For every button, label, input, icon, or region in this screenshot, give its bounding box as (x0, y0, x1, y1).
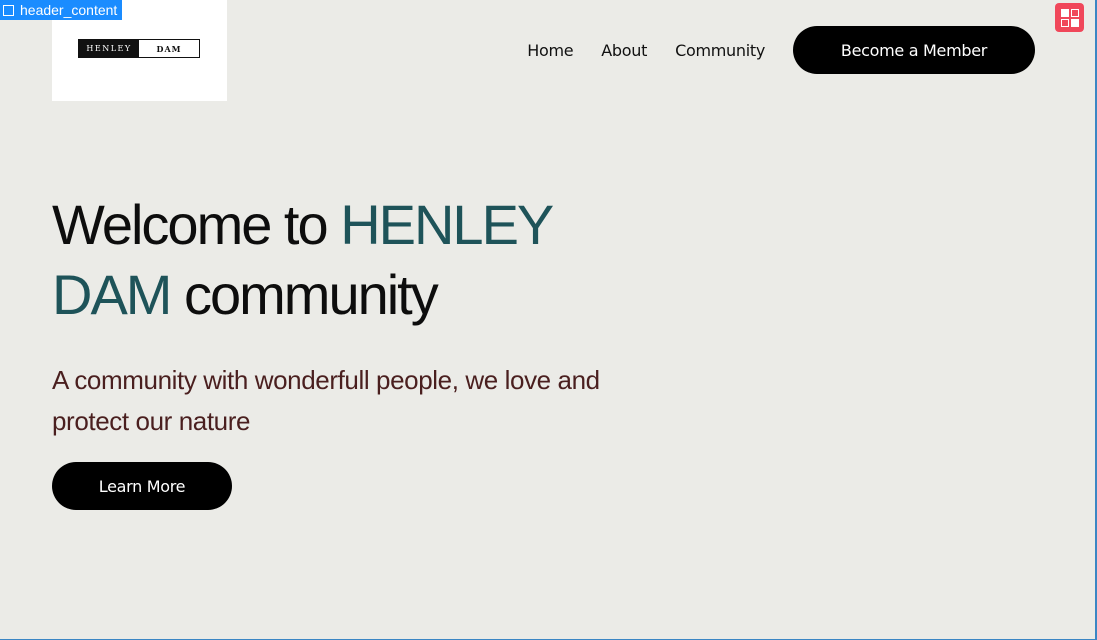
hero-title-accent2: DAM (52, 263, 172, 326)
logo-left-text: HENLEY (79, 40, 139, 57)
element-label-text: header_content (20, 2, 118, 18)
square-outline-icon (3, 4, 14, 16)
element-label-tag: header_content (0, 0, 123, 20)
page: header_content HENLEY DAM Home About Com… (0, 0, 1097, 640)
hero-title: Welcome to HENLEY DAM community (52, 190, 672, 330)
hero-subtitle: A community with wonderfull people, we l… (52, 365, 600, 436)
layout-edit-icon[interactable] (1055, 3, 1084, 32)
nav-home-link[interactable]: Home (527, 41, 573, 60)
become-member-button[interactable]: Become a Member (793, 26, 1035, 74)
logo[interactable]: HENLEY DAM (78, 39, 200, 58)
nav-about-link[interactable]: About (601, 41, 647, 60)
hero-title-part1: Welcome to (52, 193, 341, 256)
nav-community-link[interactable]: Community (675, 41, 765, 60)
hero-section: Welcome to HENLEY DAM community A communi… (52, 190, 672, 442)
learn-more-button[interactable]: Learn More (52, 462, 232, 510)
logo-right-text: DAM (156, 43, 182, 54)
hero-title-accent1: HENLEY (340, 193, 554, 256)
hero-title-part2: community (170, 263, 439, 326)
main-nav: Home About Community Become a Member (527, 26, 1035, 74)
